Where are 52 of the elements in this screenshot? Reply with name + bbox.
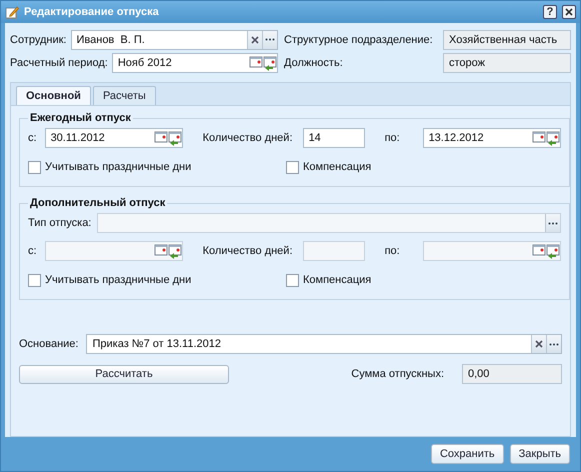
close-icon: [251, 36, 259, 44]
date-field[interactable]: 30.11.2012: [44, 128, 183, 148]
lookup-field[interactable]: Приказ №7 от 13.11.2012: [86, 334, 562, 354]
readonly-field: 0,00: [462, 364, 562, 384]
readonly-field: Хозяйственная часть: [443, 30, 571, 50]
calendar-arrow-icon[interactable]: [546, 129, 560, 147]
checkbox-label: Учитывать праздничные дни: [45, 161, 192, 173]
close-icon: [535, 340, 543, 348]
window-title: Редактирование отпуска: [24, 6, 160, 18]
readonly-field: сторож: [443, 52, 571, 72]
checkbox[interactable]: [28, 160, 41, 174]
close-button[interactable]: [562, 5, 576, 19]
field-label: по:: [384, 245, 401, 257]
field-label: Структурное подразделение:: [283, 34, 434, 46]
group-title: Дополнительный отпуск: [29, 197, 166, 209]
tab[interactable]: Расчеты: [92, 86, 156, 105]
date-field[interactable]: Нояб 2012: [112, 52, 278, 72]
lookup-field[interactable]: Иванов В. П.: [70, 30, 278, 50]
pencil-icon: [5, 5, 19, 19]
field-label: Количество дней:: [202, 132, 294, 144]
checkbox-label: Компенсация: [303, 274, 372, 286]
field-label: по:: [384, 132, 401, 144]
tab[interactable]: Основной: [16, 86, 91, 105]
dialog-button[interactable]: Закрыть: [510, 444, 570, 464]
field-label: Должность:: [283, 56, 344, 68]
calendar-arrow-icon[interactable]: [168, 129, 182, 147]
field-label: Тип отпуска:: [28, 217, 92, 229]
field-label: Расчетный период:: [10, 56, 108, 68]
ellipsis-icon: [549, 342, 559, 346]
field-label: Количество дней:: [202, 245, 294, 257]
field-label: с:: [28, 132, 37, 144]
calculate-button[interactable]: Рассчитать: [19, 364, 229, 384]
close-icon: [565, 8, 573, 16]
field-label: с:: [28, 245, 37, 257]
ellipsis-icon: [265, 38, 275, 41]
browse-button[interactable]: [546, 335, 561, 353]
field-label: Основание:: [19, 338, 78, 350]
help-button[interactable]: ?: [543, 5, 557, 19]
checkbox-label: Учитывать праздничные дни: [45, 274, 192, 286]
checkbox[interactable]: [286, 160, 299, 174]
browse-button[interactable]: [262, 30, 277, 48]
field-label: Сотрудник:: [10, 34, 66, 46]
clear-button[interactable]: [247, 30, 262, 48]
clear-button[interactable]: [531, 335, 546, 353]
date-field[interactable]: 13.12.2012: [422, 128, 561, 148]
group-title: Ежегодный отпуск: [29, 112, 132, 124]
checkbox-label: Компенсация: [303, 161, 372, 173]
dialog-button[interactable]: Сохранить: [430, 444, 504, 464]
field-label: Сумма отпускных:: [351, 368, 444, 380]
calendar-arrow-icon[interactable]: [263, 54, 277, 72]
ellipsis-icon: [548, 222, 558, 224]
input-field[interactable]: 14: [302, 128, 365, 148]
